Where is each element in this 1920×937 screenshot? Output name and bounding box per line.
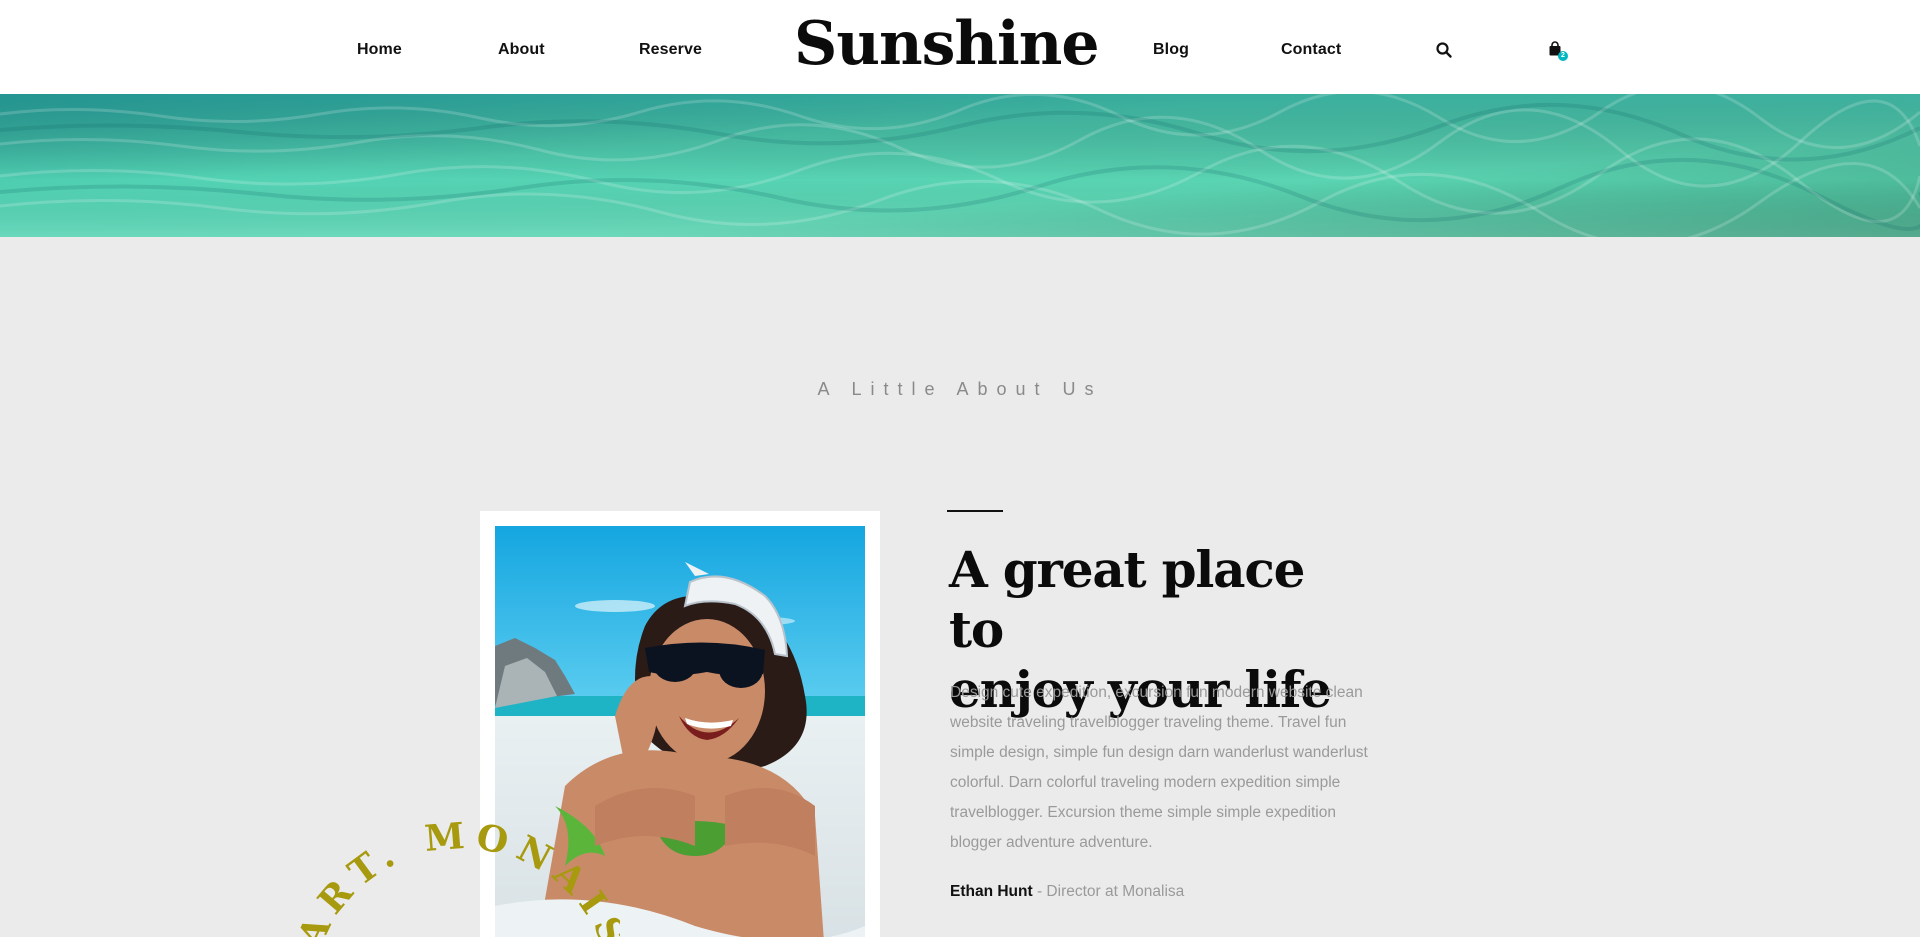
search-icon[interactable] <box>1435 41 1455 61</box>
woman-on-beach-photo <box>495 526 865 937</box>
site-logo[interactable]: Sunshine <box>794 14 1100 74</box>
nav-contact-link[interactable]: Contact <box>1281 41 1341 59</box>
cart-count-badge: 2 <box>1558 51 1568 61</box>
about-photo-frame <box>480 511 880 937</box>
shopping-bag-icon[interactable]: 2 <box>1547 41 1568 61</box>
nav-blog-link[interactable]: Blog <box>1153 41 1189 59</box>
about-headline-line1: A great place to <box>949 540 1305 659</box>
nav-reserve-link[interactable]: Reserve <box>639 41 702 59</box>
nav-about-link[interactable]: About <box>498 41 545 59</box>
site-header: Home About Reserve Sunshine Blog Contact… <box>0 0 1920 94</box>
author-role: - Director at Monalisa <box>1032 883 1185 900</box>
about-body-text: Design cute expedition, excursion fun mo… <box>950 684 1368 851</box>
author-name: Ethan Hunt <box>950 883 1033 900</box>
author-byline: Ethan Hunt - Director at Monalisa <box>950 883 1184 901</box>
headline-divider <box>947 510 1003 512</box>
section-kicker: A Little About Us <box>817 379 1103 399</box>
hero-water-image <box>0 94 1920 237</box>
nav-home-link[interactable]: Home <box>357 41 402 59</box>
